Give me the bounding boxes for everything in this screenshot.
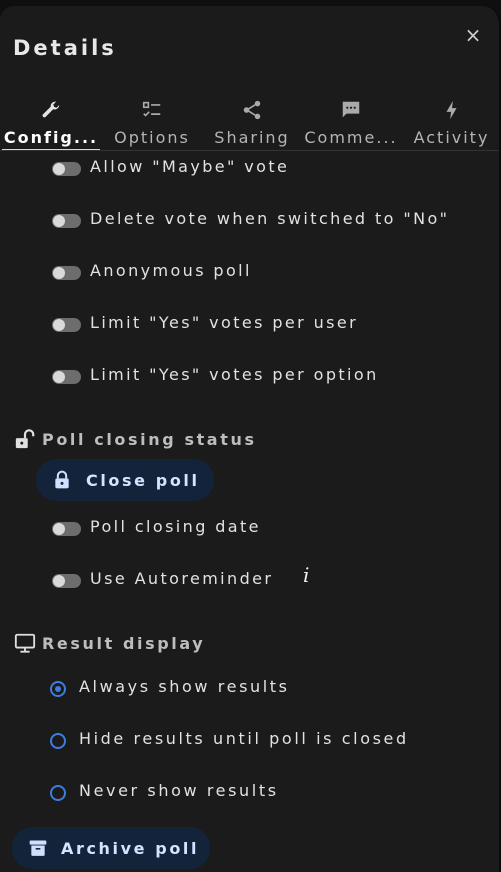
tab-bar: Config... Options Sharing Comme... Activ… bbox=[0, 94, 499, 152]
limit-yes-per-user-label: Limit "Yes" votes per user bbox=[90, 313, 359, 332]
hide-results-until-closed-radio[interactable] bbox=[50, 733, 66, 749]
details-panel: Details × Config... Options Sharing Comm… bbox=[0, 6, 501, 872]
limit-yes-per-option-label: Limit "Yes" votes per option bbox=[90, 365, 379, 384]
tab-sharing[interactable]: Sharing bbox=[204, 94, 300, 151]
delete-vote-toggle[interactable] bbox=[52, 214, 81, 228]
tab-options[interactable]: Options bbox=[104, 94, 200, 151]
hide-results-until-closed-label: Hide results until poll is closed bbox=[79, 729, 409, 748]
monitor-icon bbox=[14, 633, 36, 653]
lightning-icon bbox=[446, 100, 457, 120]
tab-divider bbox=[0, 150, 499, 151]
unlocked-padlock-icon bbox=[15, 429, 35, 449]
tab-activity[interactable]: Activity bbox=[404, 94, 499, 151]
always-show-results-radio[interactable] bbox=[50, 681, 66, 697]
poll-closing-section-heading: Poll closing status bbox=[14, 426, 257, 452]
autoreminder-toggle[interactable] bbox=[52, 574, 81, 588]
never-show-results-radio[interactable] bbox=[50, 785, 66, 801]
share-icon bbox=[243, 100, 261, 120]
archive-poll-button[interactable]: Archive poll bbox=[12, 827, 210, 869]
info-icon[interactable]: i bbox=[303, 563, 309, 587]
padlock-icon bbox=[55, 470, 69, 489]
limit-yes-per-option-toggle[interactable] bbox=[52, 370, 81, 384]
anonymous-poll-toggle[interactable] bbox=[52, 266, 81, 280]
archive-icon bbox=[29, 840, 47, 856]
checklist-icon bbox=[142, 101, 161, 117]
panel-title: Details bbox=[13, 36, 117, 60]
allow-maybe-label: Allow "Maybe" vote bbox=[90, 157, 290, 176]
comment-icon bbox=[342, 101, 360, 118]
result-display-section-heading: Result display bbox=[14, 630, 205, 656]
poll-closing-date-toggle[interactable] bbox=[52, 522, 81, 536]
close-icon: × bbox=[464, 23, 482, 47]
limit-yes-per-user-toggle[interactable] bbox=[52, 318, 81, 332]
close-poll-button[interactable]: Close poll bbox=[36, 459, 214, 501]
allow-maybe-toggle[interactable] bbox=[52, 162, 81, 176]
poll-closing-date-label: Poll closing date bbox=[90, 517, 261, 536]
autoreminder-label: Use Autoreminder bbox=[90, 569, 274, 588]
always-show-results-label: Always show results bbox=[79, 677, 290, 696]
configuration-content: Allow "Maybe" vote Delete vote when swit… bbox=[0, 152, 499, 872]
tab-comments[interactable]: Comme... bbox=[302, 94, 400, 151]
tab-configuration[interactable]: Config... bbox=[2, 94, 100, 151]
wrench-icon bbox=[42, 101, 60, 118]
anonymous-poll-label: Anonymous poll bbox=[90, 261, 252, 280]
delete-vote-label: Delete vote when switched to "No" bbox=[90, 209, 450, 228]
close-button[interactable]: × bbox=[462, 24, 484, 46]
never-show-results-label: Never show results bbox=[79, 781, 279, 800]
